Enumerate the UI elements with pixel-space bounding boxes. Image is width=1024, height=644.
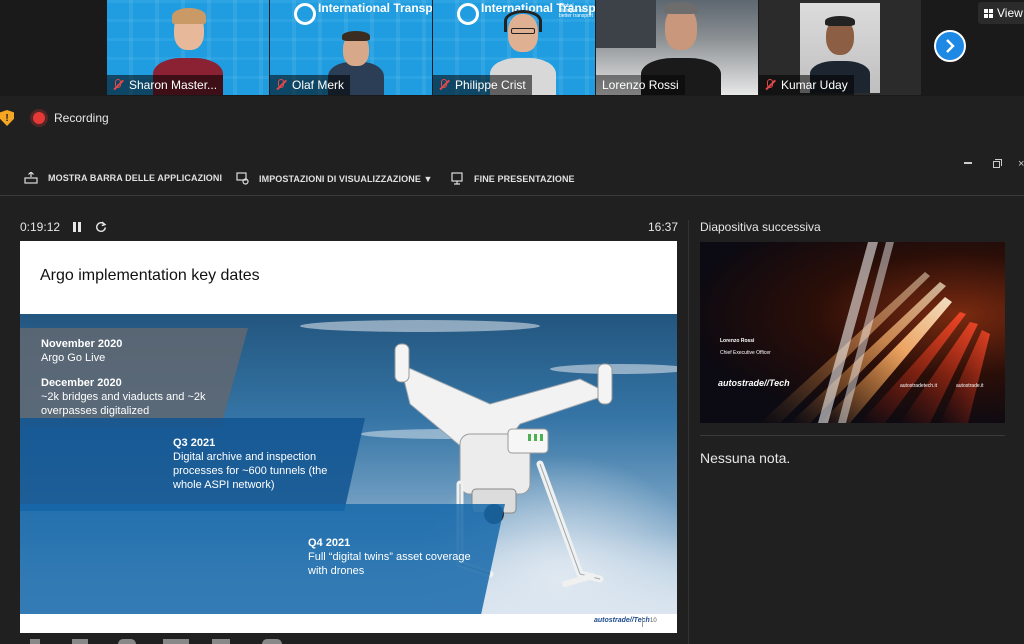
minimize-icon[interactable] (964, 162, 972, 164)
pen-tool-icon[interactable] (30, 639, 40, 644)
next-slide-label: Diapositiva successiva (700, 220, 821, 234)
slide-footer: autostrade//Tech 10 (20, 614, 677, 633)
slides-grid-icon[interactable] (118, 639, 136, 644)
itf-logo-icon (294, 3, 316, 25)
recording-bar: ! Recording (0, 104, 300, 132)
participant-name-bar: Olaf Merk (270, 75, 351, 95)
participant-name: Philippe Crist (455, 78, 526, 92)
restore-icon[interactable] (993, 159, 1002, 168)
participant-name-bar: Kumar Uday (759, 75, 854, 95)
next-slide-url-2: autostrade.it (956, 383, 984, 389)
show-taskbar-button[interactable]: MOSTRA BARRA DELLE APPLICAZIONI (24, 172, 222, 184)
elapsed-timer: 0:19:12 (20, 220, 61, 234)
milestone-text: Argo Go Live (41, 352, 106, 364)
milestone-text: Digital archive and inspection processes… (173, 451, 328, 491)
view-label: View (997, 6, 1023, 20)
participant-strip: Sharon Master... International Transport… (0, 0, 1024, 96)
slide-page-number: 10 (650, 618, 657, 624)
speaker-notes[interactable]: Nessuna nota. (700, 450, 790, 466)
participant-tile-philippe[interactable]: International Transport Forum Global dia… (433, 0, 595, 95)
mic-muted-icon (439, 79, 450, 91)
participant-name: Sharon Master... (129, 78, 218, 92)
view-button[interactable]: View (978, 2, 1024, 24)
grid-view-icon (984, 8, 993, 18)
display-settings-icon (236, 172, 249, 185)
next-slide-thumbnail[interactable]: Lorenzo Rossi Chief Executive Officer au… (700, 242, 1005, 423)
milestone-date: December 2020 (41, 377, 122, 389)
recording-icon (33, 112, 45, 124)
slide-title: Argo implementation key dates (40, 267, 260, 284)
milestone-1: November 2020 Argo Go Live (41, 337, 122, 365)
participant-tile-olaf[interactable]: International Transport Forum Olaf Merk (270, 0, 432, 95)
milestone-date: November 2020 (41, 338, 123, 350)
milestone-text: Full “digital twins” asset coverage with… (308, 551, 471, 577)
end-slideshow-icon (451, 172, 463, 185)
show-taskbar-label: MOSTRA BARRA DELLE APPLICAZIONI (48, 173, 223, 183)
milestone-3: Q3 2021 Digital archive and inspection p… (173, 436, 333, 492)
milestone-text: ~2k bridges and viaducts and ~2k overpas… (41, 391, 206, 417)
light-trails-image (760, 242, 990, 423)
next-slide-presenter: Lorenzo Rossi (720, 338, 755, 344)
next-slide-role: Chief Executive Officer (720, 350, 771, 356)
mic-muted-icon (276, 79, 287, 91)
current-slide[interactable]: Argo implementation key dates November 2… (20, 241, 677, 633)
taskbar-icon (24, 172, 38, 184)
close-icon[interactable]: × (1018, 158, 1024, 170)
next-slide-logo: autostrade//Tech (718, 378, 790, 388)
participant-tile-sharon[interactable]: Sharon Master... (107, 0, 269, 95)
recording-label: Recording (54, 111, 109, 125)
milestone-4: Q4 2021 Full “digital twins” asset cover… (308, 536, 488, 578)
next-slide-url-1: autostradetech.it (900, 383, 937, 389)
restart-timer-icon[interactable] (95, 221, 107, 233)
milestone-date: Q3 2021 (173, 437, 216, 449)
itf-banner-subtitle: Global dialogue for better transport (559, 3, 593, 19)
laser-pointer-icon[interactable] (163, 639, 189, 644)
display-settings-button[interactable]: IMPOSTAZIONI DI VISUALIZZAZIONE ▼ (236, 172, 433, 185)
drone-photo: November 2020 Argo Go Live December 2020… (20, 314, 677, 614)
panel-divider[interactable] (688, 220, 689, 644)
security-shield-icon[interactable]: ! (0, 110, 14, 126)
participant-tile-lorenzo[interactable]: Lorenzo Rossi (596, 0, 758, 95)
display-settings-label: IMPOSTAZIONI DI VISUALIZZAZIONE ▼ (259, 173, 433, 184)
end-slideshow-label: FINE PRESENTAZIONE (474, 173, 575, 184)
participant-name: Olaf Merk (292, 78, 345, 92)
zoom-tool-icon[interactable] (72, 639, 88, 644)
milestone-date: Q4 2021 (308, 537, 351, 549)
mic-muted-icon (765, 79, 776, 91)
chevron-right-icon (946, 39, 955, 53)
participant-name-bar: Lorenzo Rossi (596, 75, 685, 95)
current-time: 16:37 (648, 220, 679, 234)
participant-name-bar: Philippe Crist (433, 75, 532, 95)
blackout-icon[interactable] (212, 639, 230, 644)
pause-icon[interactable] (73, 222, 81, 232)
mic-muted-icon (113, 79, 124, 91)
presenter-toolbar: MOSTRA BARRA DELLE APPLICAZIONI IMPOSTAZ… (0, 162, 1024, 196)
participant-tile-kumar[interactable]: Kumar Uday (759, 0, 921, 95)
itf-logo-icon (457, 3, 479, 25)
end-slideshow-button[interactable]: FINE PRESENTAZIONE (451, 172, 575, 185)
next-participants-button[interactable] (934, 30, 966, 62)
milestone-2: December 2020 ~2k bridges and viaducts a… (41, 376, 216, 418)
participant-name: Lorenzo Rossi (602, 78, 679, 92)
participant-name-bar: Sharon Master... (107, 75, 224, 95)
more-options-icon[interactable] (262, 639, 282, 644)
participant-name: Kumar Uday (781, 78, 848, 92)
